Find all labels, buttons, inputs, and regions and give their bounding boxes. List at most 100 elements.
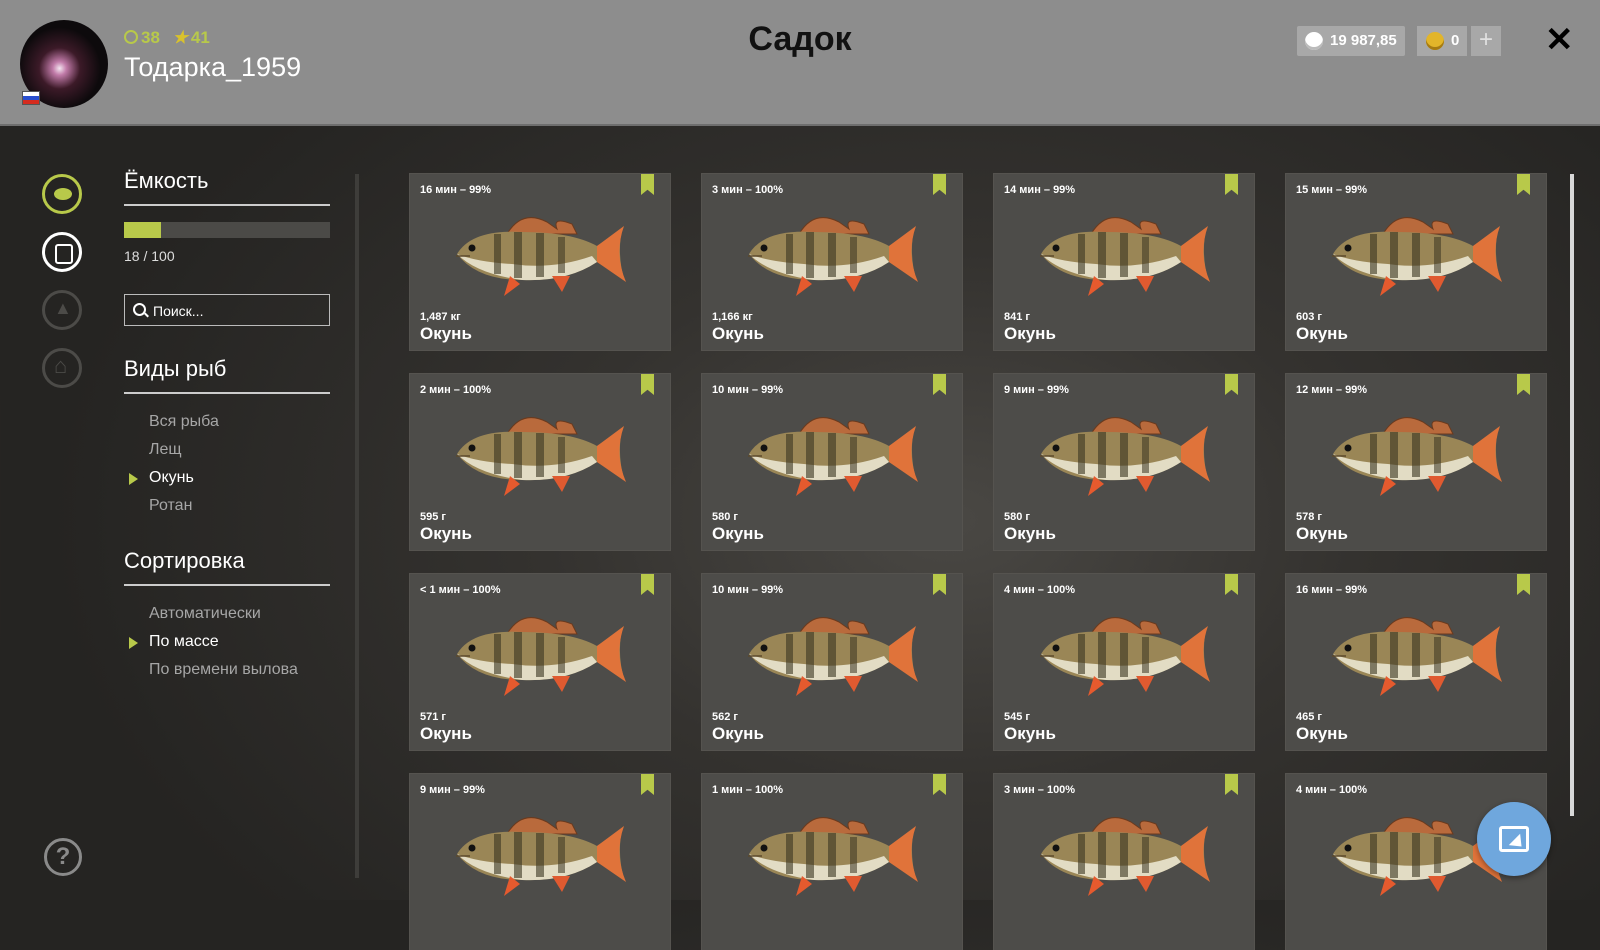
- fish-name: Окунь: [712, 724, 764, 743]
- bookmark-icon[interactable]: [1225, 174, 1238, 195]
- catch-time: 1 мин – 100%: [712, 784, 784, 796]
- catch-time: 2 мин – 100%: [420, 384, 492, 396]
- filter-panel: Ёмкость 18 / 100 Виды рыб Вся рыбаЛещОку…: [124, 168, 330, 684]
- bookmark-icon[interactable]: [641, 574, 654, 595]
- catch-time: 3 мин – 100%: [712, 184, 784, 196]
- catch-time: 12 мин – 99%: [1296, 384, 1368, 396]
- russia-flag-icon: [22, 91, 40, 105]
- catch-time: 3 мин – 100%: [1004, 784, 1076, 796]
- capacity-text: 18 / 100: [124, 248, 175, 264]
- sort-item[interactable]: По времени вылова: [124, 656, 330, 684]
- perch-image: [1040, 417, 1210, 496]
- fish-name: Окунь: [1296, 724, 1348, 743]
- fish-weight: 571 г: [420, 711, 446, 723]
- fish-name: Окунь: [1296, 524, 1348, 543]
- perch-image: [456, 617, 626, 696]
- perch-image: [1040, 817, 1210, 896]
- perch-image: [1040, 217, 1210, 296]
- capacity-title: Ёмкость: [124, 168, 209, 193]
- close-button[interactable]: ✕: [1545, 20, 1574, 60]
- fish-weight: 465 г: [1296, 711, 1322, 723]
- bookmark-icon[interactable]: [1225, 574, 1238, 595]
- bookmark-icon[interactable]: [641, 374, 654, 395]
- perch-image: [748, 817, 918, 896]
- bookmark-icon[interactable]: [641, 174, 654, 195]
- fish-name: Окунь: [712, 324, 764, 343]
- species-item[interactable]: Ротан: [124, 492, 330, 520]
- bookmark-icon[interactable]: [933, 374, 946, 395]
- fish-card[interactable]: < 1 мин – 100% 571 г Окунь: [410, 574, 670, 750]
- pointer-icon[interactable]: [1477, 802, 1551, 876]
- catch-time: 10 мин – 99%: [712, 584, 784, 596]
- fish-weight: 1,166 кг: [712, 311, 753, 323]
- coin-icon: [1305, 32, 1323, 50]
- species-item[interactable]: Окунь: [124, 464, 330, 492]
- fish-weight: 562 г: [712, 711, 738, 723]
- perch-image: [748, 417, 918, 496]
- fish-card[interactable]: 9 мин – 99%: [410, 774, 670, 950]
- perch-image: [456, 817, 626, 896]
- bookmark-icon[interactable]: [933, 574, 946, 595]
- catch-time: 16 мин – 99%: [420, 184, 492, 196]
- add-gold-button[interactable]: +: [1471, 26, 1501, 56]
- bookmark-icon[interactable]: [1517, 574, 1530, 595]
- backpack-icon[interactable]: [42, 232, 82, 272]
- species-list: Вся рыба Лещ Окунь Ротан: [124, 408, 330, 520]
- fish-card[interactable]: 1 мин – 100%: [702, 774, 962, 950]
- scrollbar[interactable]: [1570, 174, 1574, 816]
- fish-card[interactable]: 9 мин – 99% 580 г Окунь: [994, 374, 1254, 550]
- catch-time: 9 мин – 99%: [1004, 384, 1069, 396]
- bookmark-icon[interactable]: [1225, 774, 1238, 795]
- fish-card[interactable]: 16 мин – 99% 1,487 кг Окунь: [410, 174, 670, 350]
- fish-card[interactable]: 16 мин – 99% 465 г Окунь: [1286, 574, 1546, 750]
- sort-list: Автоматически По массе По времени вылова: [124, 600, 330, 684]
- panel-divider: [355, 174, 359, 878]
- catch-time: 9 мин – 99%: [420, 784, 485, 796]
- species-title: Виды рыб: [124, 356, 227, 381]
- fish-card[interactable]: 3 мин – 100%: [994, 774, 1254, 950]
- species-item[interactable]: Вся рыба: [124, 408, 330, 436]
- perch-image: [1332, 217, 1502, 296]
- search-input[interactable]: [151, 295, 325, 327]
- gold-value: 0: [1451, 32, 1460, 49]
- species-item[interactable]: Лещ: [124, 436, 330, 464]
- divider: [124, 392, 330, 394]
- fish-icon[interactable]: [42, 174, 82, 214]
- fish-card[interactable]: 14 мин – 99% 841 г Окунь: [994, 174, 1254, 350]
- tent-icon[interactable]: [42, 290, 82, 330]
- bookmark-icon[interactable]: [1517, 174, 1530, 195]
- perch-image: [1332, 417, 1502, 496]
- fish-name: Окунь: [712, 524, 764, 543]
- top-bar: 38 ★ 41 Тодарка_1959 Садок 19 987,85 0 + …: [0, 0, 1600, 126]
- bookmark-icon[interactable]: [641, 774, 654, 795]
- bookmark-icon[interactable]: [1517, 374, 1530, 395]
- bookmark-icon[interactable]: [933, 174, 946, 195]
- sort-item[interactable]: Автоматически: [124, 600, 330, 628]
- search-icon: [133, 303, 146, 316]
- divider: [124, 204, 330, 206]
- perch-image: [456, 417, 626, 496]
- fish-weight: 1,487 кг: [420, 311, 461, 323]
- fish-card[interactable]: 4 мин – 100% 545 г Окунь: [994, 574, 1254, 750]
- fish-name: Окунь: [1004, 324, 1056, 343]
- help-icon[interactable]: ?: [44, 838, 82, 876]
- search-box[interactable]: [124, 294, 330, 327]
- fish-weight: 595 г: [420, 511, 446, 523]
- home-icon[interactable]: [42, 348, 82, 388]
- bookmark-icon[interactable]: [1225, 374, 1238, 395]
- catch-time: 4 мин – 100%: [1296, 784, 1368, 796]
- fish-weight: 545 г: [1004, 711, 1030, 723]
- fish-card[interactable]: 12 мин – 99% 578 г Окунь: [1286, 374, 1546, 550]
- fish-card[interactable]: 15 мин – 99% 603 г Окунь: [1286, 174, 1546, 350]
- bookmark-icon[interactable]: [933, 774, 946, 795]
- fish-card[interactable]: 10 мин – 99% 562 г Окунь: [702, 574, 962, 750]
- perch-image: [1332, 617, 1502, 696]
- sort-item[interactable]: По массе: [124, 628, 330, 656]
- fish-name: Окунь: [420, 324, 472, 343]
- fish-card[interactable]: 2 мин – 100% 595 г Окунь: [410, 374, 670, 550]
- catch-time: 16 мин – 99%: [1296, 584, 1368, 596]
- fish-card[interactable]: 3 мин – 100% 1,166 кг Окунь: [702, 174, 962, 350]
- fish-card[interactable]: 10 мин – 99% 580 г Окунь: [702, 374, 962, 550]
- fish-name: Окунь: [420, 524, 472, 543]
- fish-weight: 578 г: [1296, 511, 1322, 523]
